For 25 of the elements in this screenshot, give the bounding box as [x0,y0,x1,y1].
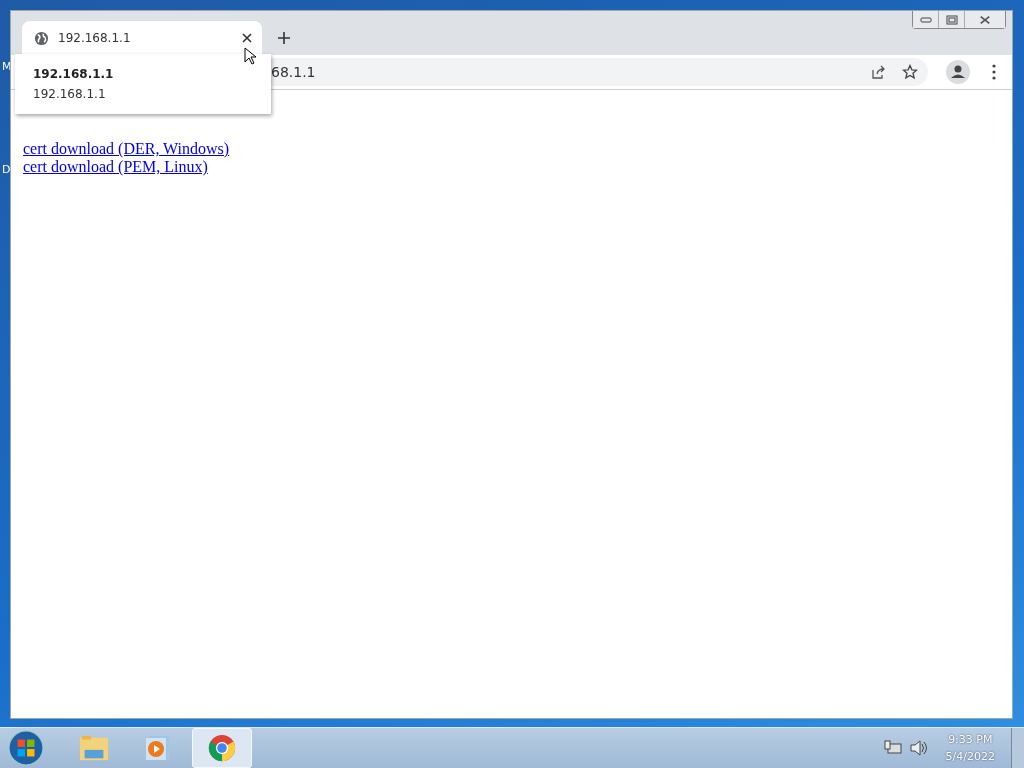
tab-title: 192.168.1.1 [58,31,132,45]
menu-icon[interactable] [992,64,996,80]
network-icon[interactable] [883,740,902,756]
taskbar-app-button[interactable] [192,728,252,768]
download-link[interactable]: cert download (DER, Windows) [23,140,230,158]
download-link[interactable]: cert download (PEM, Linux) [23,158,208,176]
share-icon[interactable] [870,64,886,80]
close-icon [979,14,991,25]
new-tab-icon[interactable] [278,32,290,44]
desktop-icon-label: D [2,163,11,176]
maximize-icon [945,14,958,25]
tooltip-title: 192.168.1.1 [33,67,115,81]
volume-icon[interactable] [909,740,928,756]
minimize-icon [919,14,932,25]
profile-icon[interactable] [946,60,970,84]
start-button[interactable] [8,730,44,766]
tooltip-url: 192.168.1.1 [33,87,107,101]
star-icon[interactable] [902,64,918,80]
close-button[interactable] [965,11,1005,28]
browser-logo-icon [207,734,237,762]
folder-icon [79,734,109,762]
close-icon[interactable] [242,33,252,43]
browser-tab[interactable]: 192.168.1.1 [22,21,262,55]
desktop-icon-label: M [2,60,12,73]
globe-icon [34,30,49,46]
